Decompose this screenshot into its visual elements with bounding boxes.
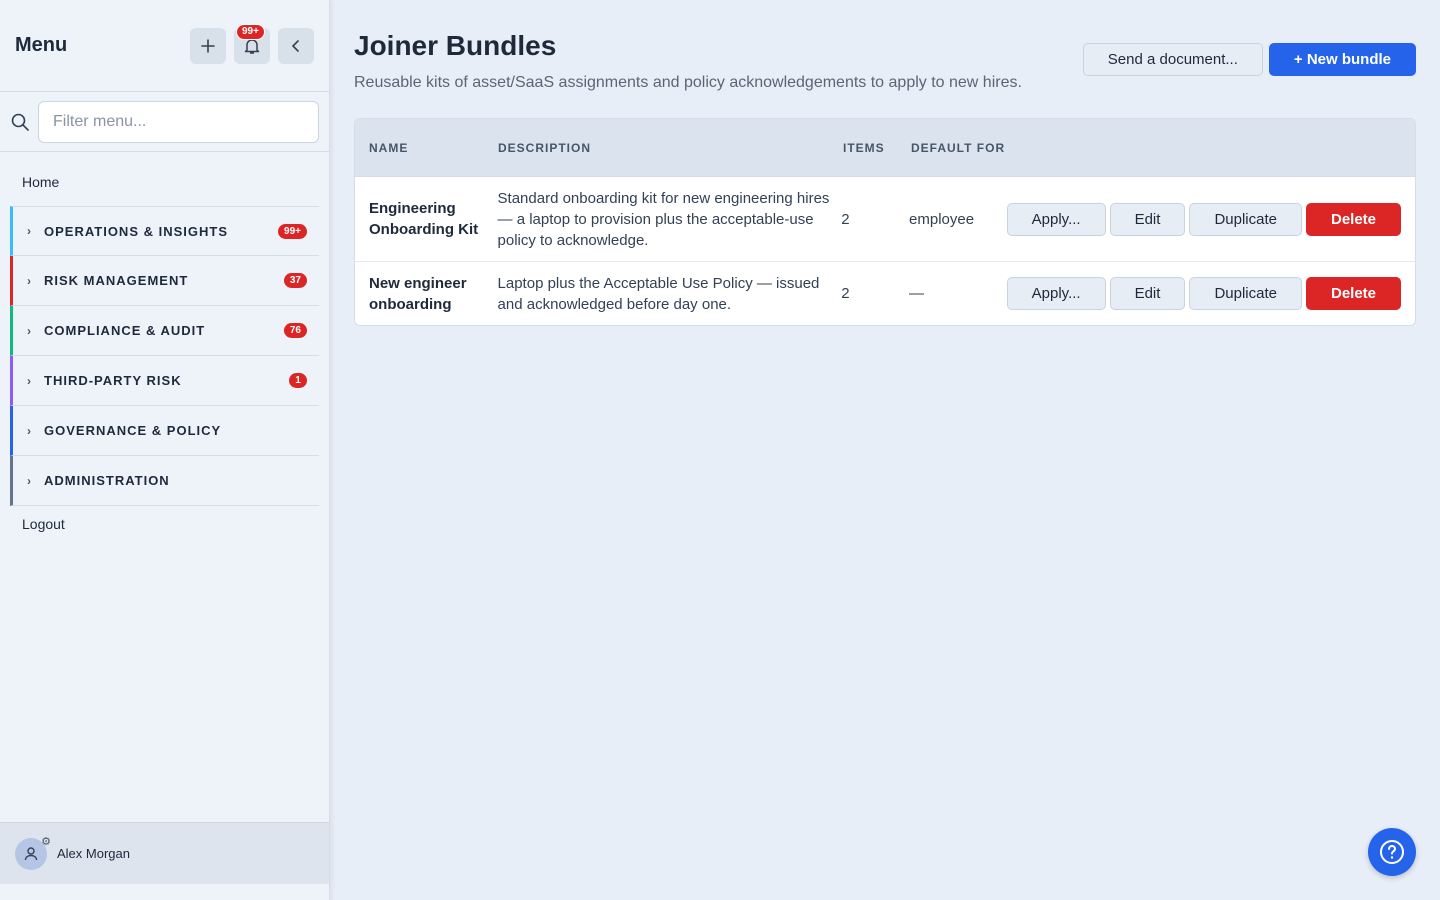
user-icon xyxy=(24,846,38,860)
sidebar-search xyxy=(0,92,329,152)
filter-menu-input[interactable] xyxy=(38,100,319,143)
nav-section-badge: 37 xyxy=(283,273,307,288)
nav-section-label: GOVERNANCE & POLICY xyxy=(44,423,222,438)
bundle-description: Laptop plus the Acceptable Use Policy — … xyxy=(497,274,820,313)
gear-icon: ⚙ xyxy=(41,835,51,848)
sidebar-title: Menu xyxy=(15,34,68,56)
search-icon xyxy=(11,113,29,131)
bundle-default-for: employee xyxy=(909,210,975,228)
page-actions: Send a document... + New bundle xyxy=(1082,43,1416,76)
nav-section-label: COMPLIANCE & AUDIT xyxy=(44,323,206,338)
delete-button[interactable]: Delete xyxy=(1305,202,1402,236)
row-actions: Apply... Edit Duplicate Delete xyxy=(1006,202,1415,236)
user-footer[interactable]: ⚙ Alex Morgan xyxy=(0,822,329,884)
chevron-right-icon: › xyxy=(27,273,32,288)
apply-button[interactable]: Apply... xyxy=(1006,277,1106,310)
nav-home[interactable]: Home xyxy=(10,152,319,206)
main-content: Joiner Bundles Reusable kits of asset/Sa… xyxy=(354,0,1416,326)
chevron-right-icon: › xyxy=(27,423,32,438)
help-button[interactable] xyxy=(1368,828,1416,876)
table-row: Engineering Onboarding Kit Standard onbo… xyxy=(355,177,1415,262)
nav-section-compliance-audit[interactable]: › COMPLIANCE & AUDIT 76 xyxy=(10,306,319,356)
nav-section-badge: 99+ xyxy=(278,223,307,239)
page-subtitle: Reusable kits of asset/SaaS assignments … xyxy=(354,74,1022,91)
nav-section-governance-policy[interactable]: › GOVERNANCE & POLICY xyxy=(10,406,319,456)
nav-section-administration[interactable]: › ADMINISTRATION xyxy=(10,456,319,506)
bundles-table: NAME DESCRIPTION ITEMS DEFAULT FOR Engin… xyxy=(354,118,1416,326)
nav-logout[interactable]: Logout xyxy=(10,506,319,542)
nav-section-label: THIRD-PARTY RISK xyxy=(44,373,182,388)
help-icon xyxy=(1380,840,1404,864)
collapse-sidebar-button[interactable] xyxy=(278,27,314,64)
apply-button[interactable]: Apply... xyxy=(1006,202,1106,236)
column-header-default-for: DEFAULT FOR xyxy=(911,140,1006,155)
table-row: New engineer onboarding Laptop plus the … xyxy=(355,262,1415,325)
nav-section-third-party-risk[interactable]: › THIRD-PARTY RISK 1 xyxy=(10,356,319,406)
chevron-right-icon: › xyxy=(27,473,32,488)
edit-button[interactable]: Edit xyxy=(1109,202,1186,236)
notifications-button[interactable]: 99+ xyxy=(234,23,270,64)
bundle-name: New engineer onboarding xyxy=(369,274,467,313)
column-header-name: NAME xyxy=(369,140,409,155)
plus-icon xyxy=(201,38,215,53)
chevron-right-icon: › xyxy=(27,224,32,238)
delete-button[interactable]: Delete xyxy=(1305,277,1402,310)
table-header: NAME DESCRIPTION ITEMS DEFAULT FOR xyxy=(355,119,1415,177)
chevron-left-icon xyxy=(291,39,299,52)
bundle-name: Engineering Onboarding Kit xyxy=(369,200,479,238)
nav-section-label: RISK MANAGEMENT xyxy=(44,273,189,288)
nav-section-label: OPERATIONS & INSIGHTS xyxy=(44,223,228,239)
chevron-right-icon: › xyxy=(27,373,32,388)
sidebar: Menu 99+ Home › OPERATIONS & INSIGHTS 99… xyxy=(0,0,330,900)
nav-section-operations-insights[interactable]: › OPERATIONS & INSIGHTS 99+ xyxy=(10,206,319,256)
notification-badge: 99+ xyxy=(236,23,265,40)
add-button[interactable] xyxy=(190,27,226,64)
bundle-default-for: — xyxy=(909,285,925,302)
avatar[interactable]: ⚙ xyxy=(15,836,51,870)
nav-section-badge: 1 xyxy=(289,373,307,388)
edit-button[interactable]: Edit xyxy=(1109,277,1186,310)
duplicate-button[interactable]: Duplicate xyxy=(1189,277,1302,310)
new-bundle-button[interactable]: + New bundle xyxy=(1268,43,1416,76)
sidebar-nav: Home › OPERATIONS & INSIGHTS 99+ › RISK … xyxy=(0,152,329,542)
column-header-items: ITEMS xyxy=(843,140,885,155)
sidebar-header: Menu 99+ xyxy=(0,0,329,92)
nav-section-risk-management[interactable]: › RISK MANAGEMENT 37 xyxy=(10,256,319,306)
send-document-button[interactable]: Send a document... xyxy=(1082,43,1263,76)
bundle-items: 2 xyxy=(841,285,850,302)
chevron-right-icon: › xyxy=(27,323,32,338)
row-actions: Apply... Edit Duplicate Delete xyxy=(1006,277,1415,310)
column-header-description: DESCRIPTION xyxy=(498,140,592,155)
bundle-description: Standard onboarding kit for new engineer… xyxy=(497,189,830,249)
nav-section-badge: 76 xyxy=(283,323,307,338)
duplicate-button[interactable]: Duplicate xyxy=(1189,202,1302,236)
user-name: Alex Morgan xyxy=(57,846,130,861)
bundle-items: 2 xyxy=(841,210,850,228)
nav-section-label: ADMINISTRATION xyxy=(44,473,170,488)
